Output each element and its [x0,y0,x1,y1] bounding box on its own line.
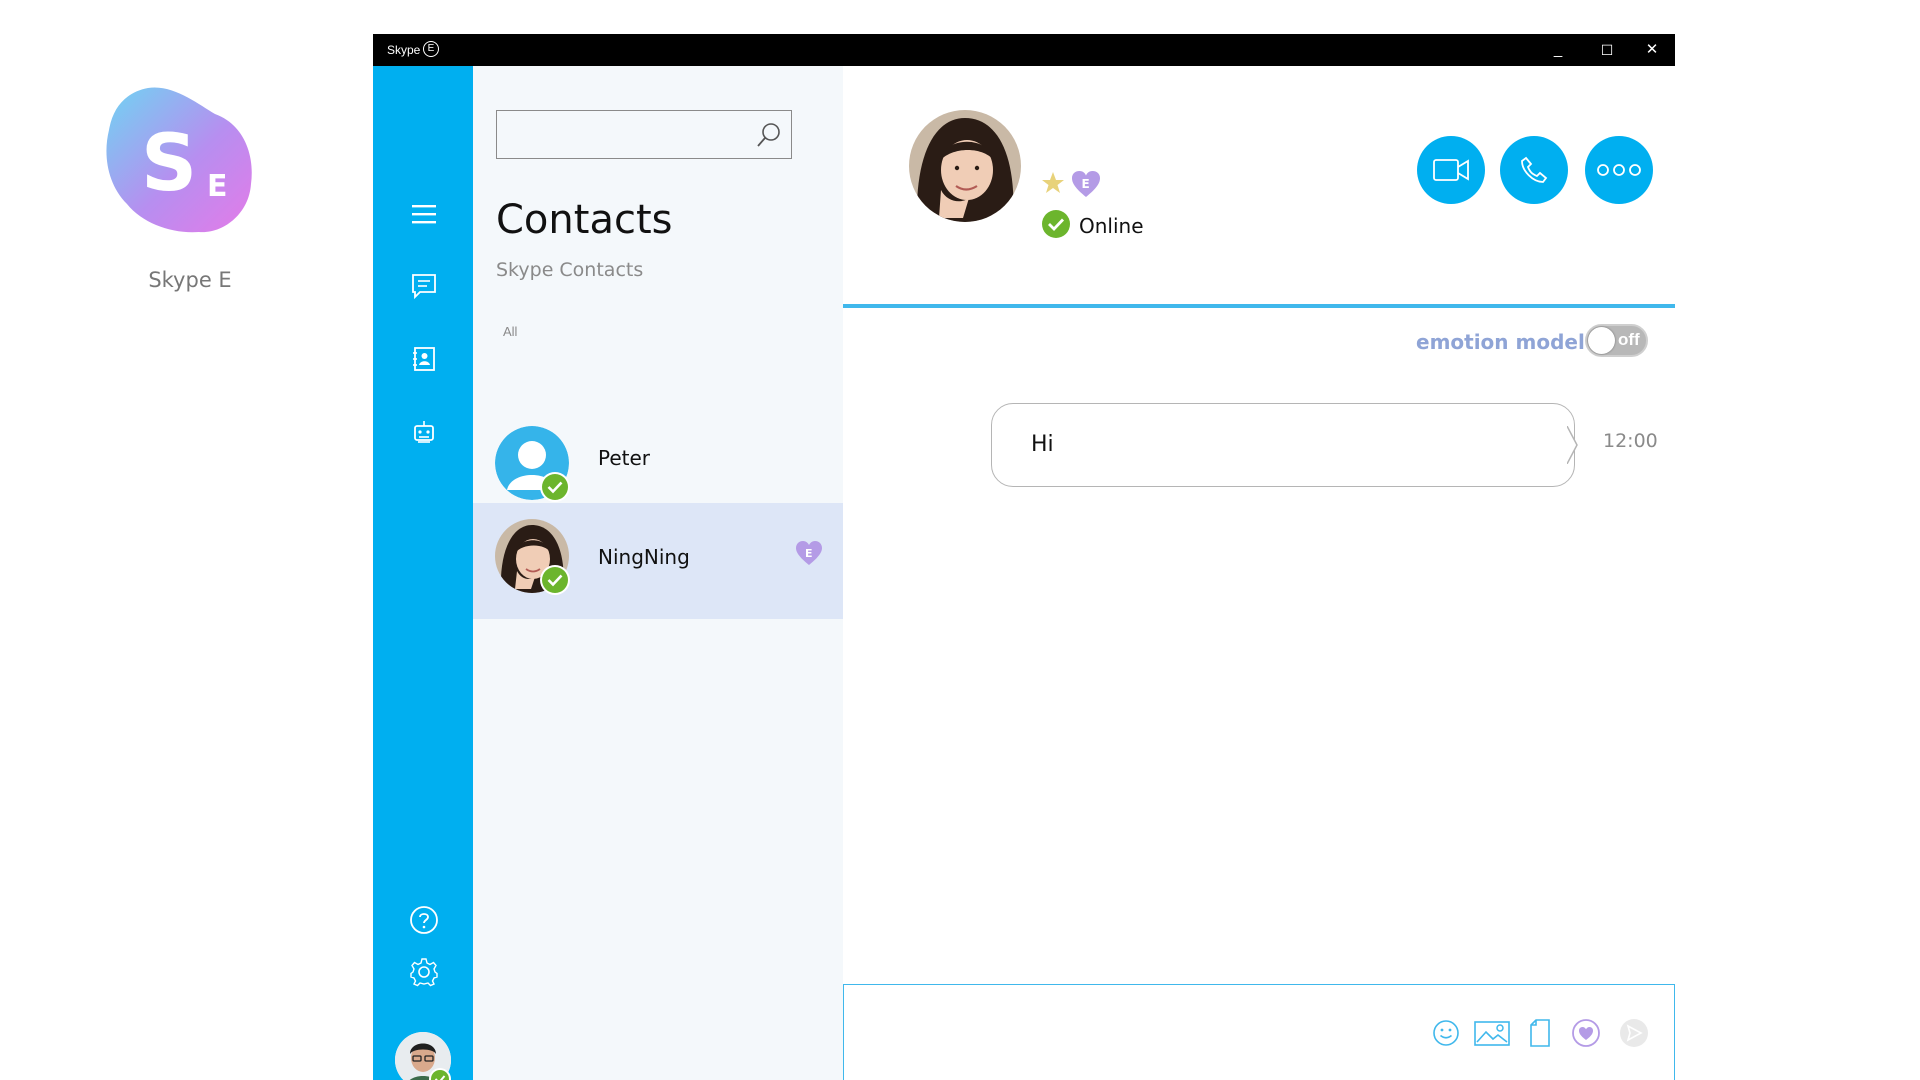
image-button[interactable] [1472,1015,1512,1051]
video-camera-icon [1433,159,1469,181]
more-dots-icon [1597,164,1641,176]
online-check-icon [542,567,568,593]
filter-all[interactable]: All [503,324,517,339]
emotion-heart-badge-icon: E [1072,171,1100,197]
close-button[interactable]: ✕ [1629,34,1675,66]
hamburger-menu-icon [412,205,436,224]
presence-badge [540,565,570,595]
emotion-button[interactable] [1568,1015,1604,1051]
search-input[interactable] [497,111,747,158]
svg-text:E: E [207,169,228,204]
message-text: Hi [1031,432,1054,457]
skype-window: Skype E _ ☐ ✕ Contacts Skype Contacts Al… [373,34,1675,1080]
send-icon [1620,1019,1648,1047]
bubble-tail [1567,426,1578,464]
contact-row-peter[interactable]: Peter [473,400,843,516]
menu-button[interactable] [398,188,450,240]
phone-icon [1521,156,1548,183]
svg-text:E: E [805,547,813,560]
online-check-icon [431,1070,449,1080]
svg-text:E: E [1082,177,1090,191]
nav-rail [373,66,473,1080]
chat-contact-avatar[interactable] [909,110,1021,222]
presence-badge [540,472,570,502]
emotion-model-label: emotion model [1416,330,1585,354]
chats-button[interactable] [398,260,450,312]
contact-name: Peter [598,446,651,470]
header-divider [843,304,1675,308]
contacts-subheading: Skype Contacts [496,259,644,281]
online-check-icon [1042,210,1070,238]
search-icon[interactable] [755,121,783,149]
skype-e-app-logo[interactable]: S E [103,84,255,236]
toggle-state-text: off [1618,330,1640,349]
more-options-button[interactable] [1585,136,1653,204]
chat-icon [412,274,436,300]
message-input[interactable] [854,995,1424,1071]
window-title: Skype [387,43,421,57]
emoji-icon [1433,1020,1459,1046]
image-icon [1474,1021,1510,1046]
help-button[interactable] [398,894,450,946]
contacts-panel: Contacts Skype Contacts All Peter NingNi… [473,66,843,1080]
bots-button[interactable] [398,406,450,458]
contacts-book-icon [413,347,435,371]
my-presence-badge [429,1068,451,1080]
contact-row-ningning[interactable]: NingNing E [473,503,843,619]
svg-text:S: S [141,119,197,209]
contacts-button[interactable] [398,333,450,385]
file-icon [1530,1019,1550,1047]
search-box[interactable] [496,110,792,159]
contact-status-text: Online [1079,214,1144,238]
video-call-button[interactable] [1417,136,1485,204]
favorite-star-icon[interactable] [1040,170,1066,196]
desktop: S E Skype E Skype E _ ☐ ✕ Contacts Skype… [0,0,1920,1080]
profile-photo [909,110,1021,222]
help-icon [410,906,438,934]
toggle-knob [1588,327,1615,354]
minimize-button[interactable]: _ [1535,34,1581,66]
bot-icon [414,421,434,443]
emotion-heart-icon [1572,1019,1600,1047]
send-button[interactable] [1616,1015,1652,1051]
emotion-heart-badge-icon: E [796,541,822,565]
settings-button[interactable] [398,946,450,998]
chat-panel: E Online emotion model off Hi 12:00 [843,66,1675,1080]
emoji-button[interactable] [1428,1015,1464,1051]
gear-icon [410,958,438,987]
app-label[interactable]: Skype E [110,268,270,292]
message-time: 12:00 [1603,430,1658,452]
voice-call-button[interactable] [1500,136,1568,204]
contacts-heading: Contacts [496,197,673,243]
contact-name: NingNing [598,545,690,569]
emotion-model-toggle[interactable]: off [1585,324,1648,357]
online-check-icon [542,474,568,500]
message-composer[interactable] [843,984,1675,1080]
title-bar[interactable]: Skype E _ ☐ ✕ [373,34,1675,66]
file-button[interactable] [1522,1015,1558,1051]
message-bubble[interactable]: Hi [991,403,1575,487]
maximize-button[interactable]: ☐ [1584,34,1630,66]
title-badge: E [423,41,439,57]
